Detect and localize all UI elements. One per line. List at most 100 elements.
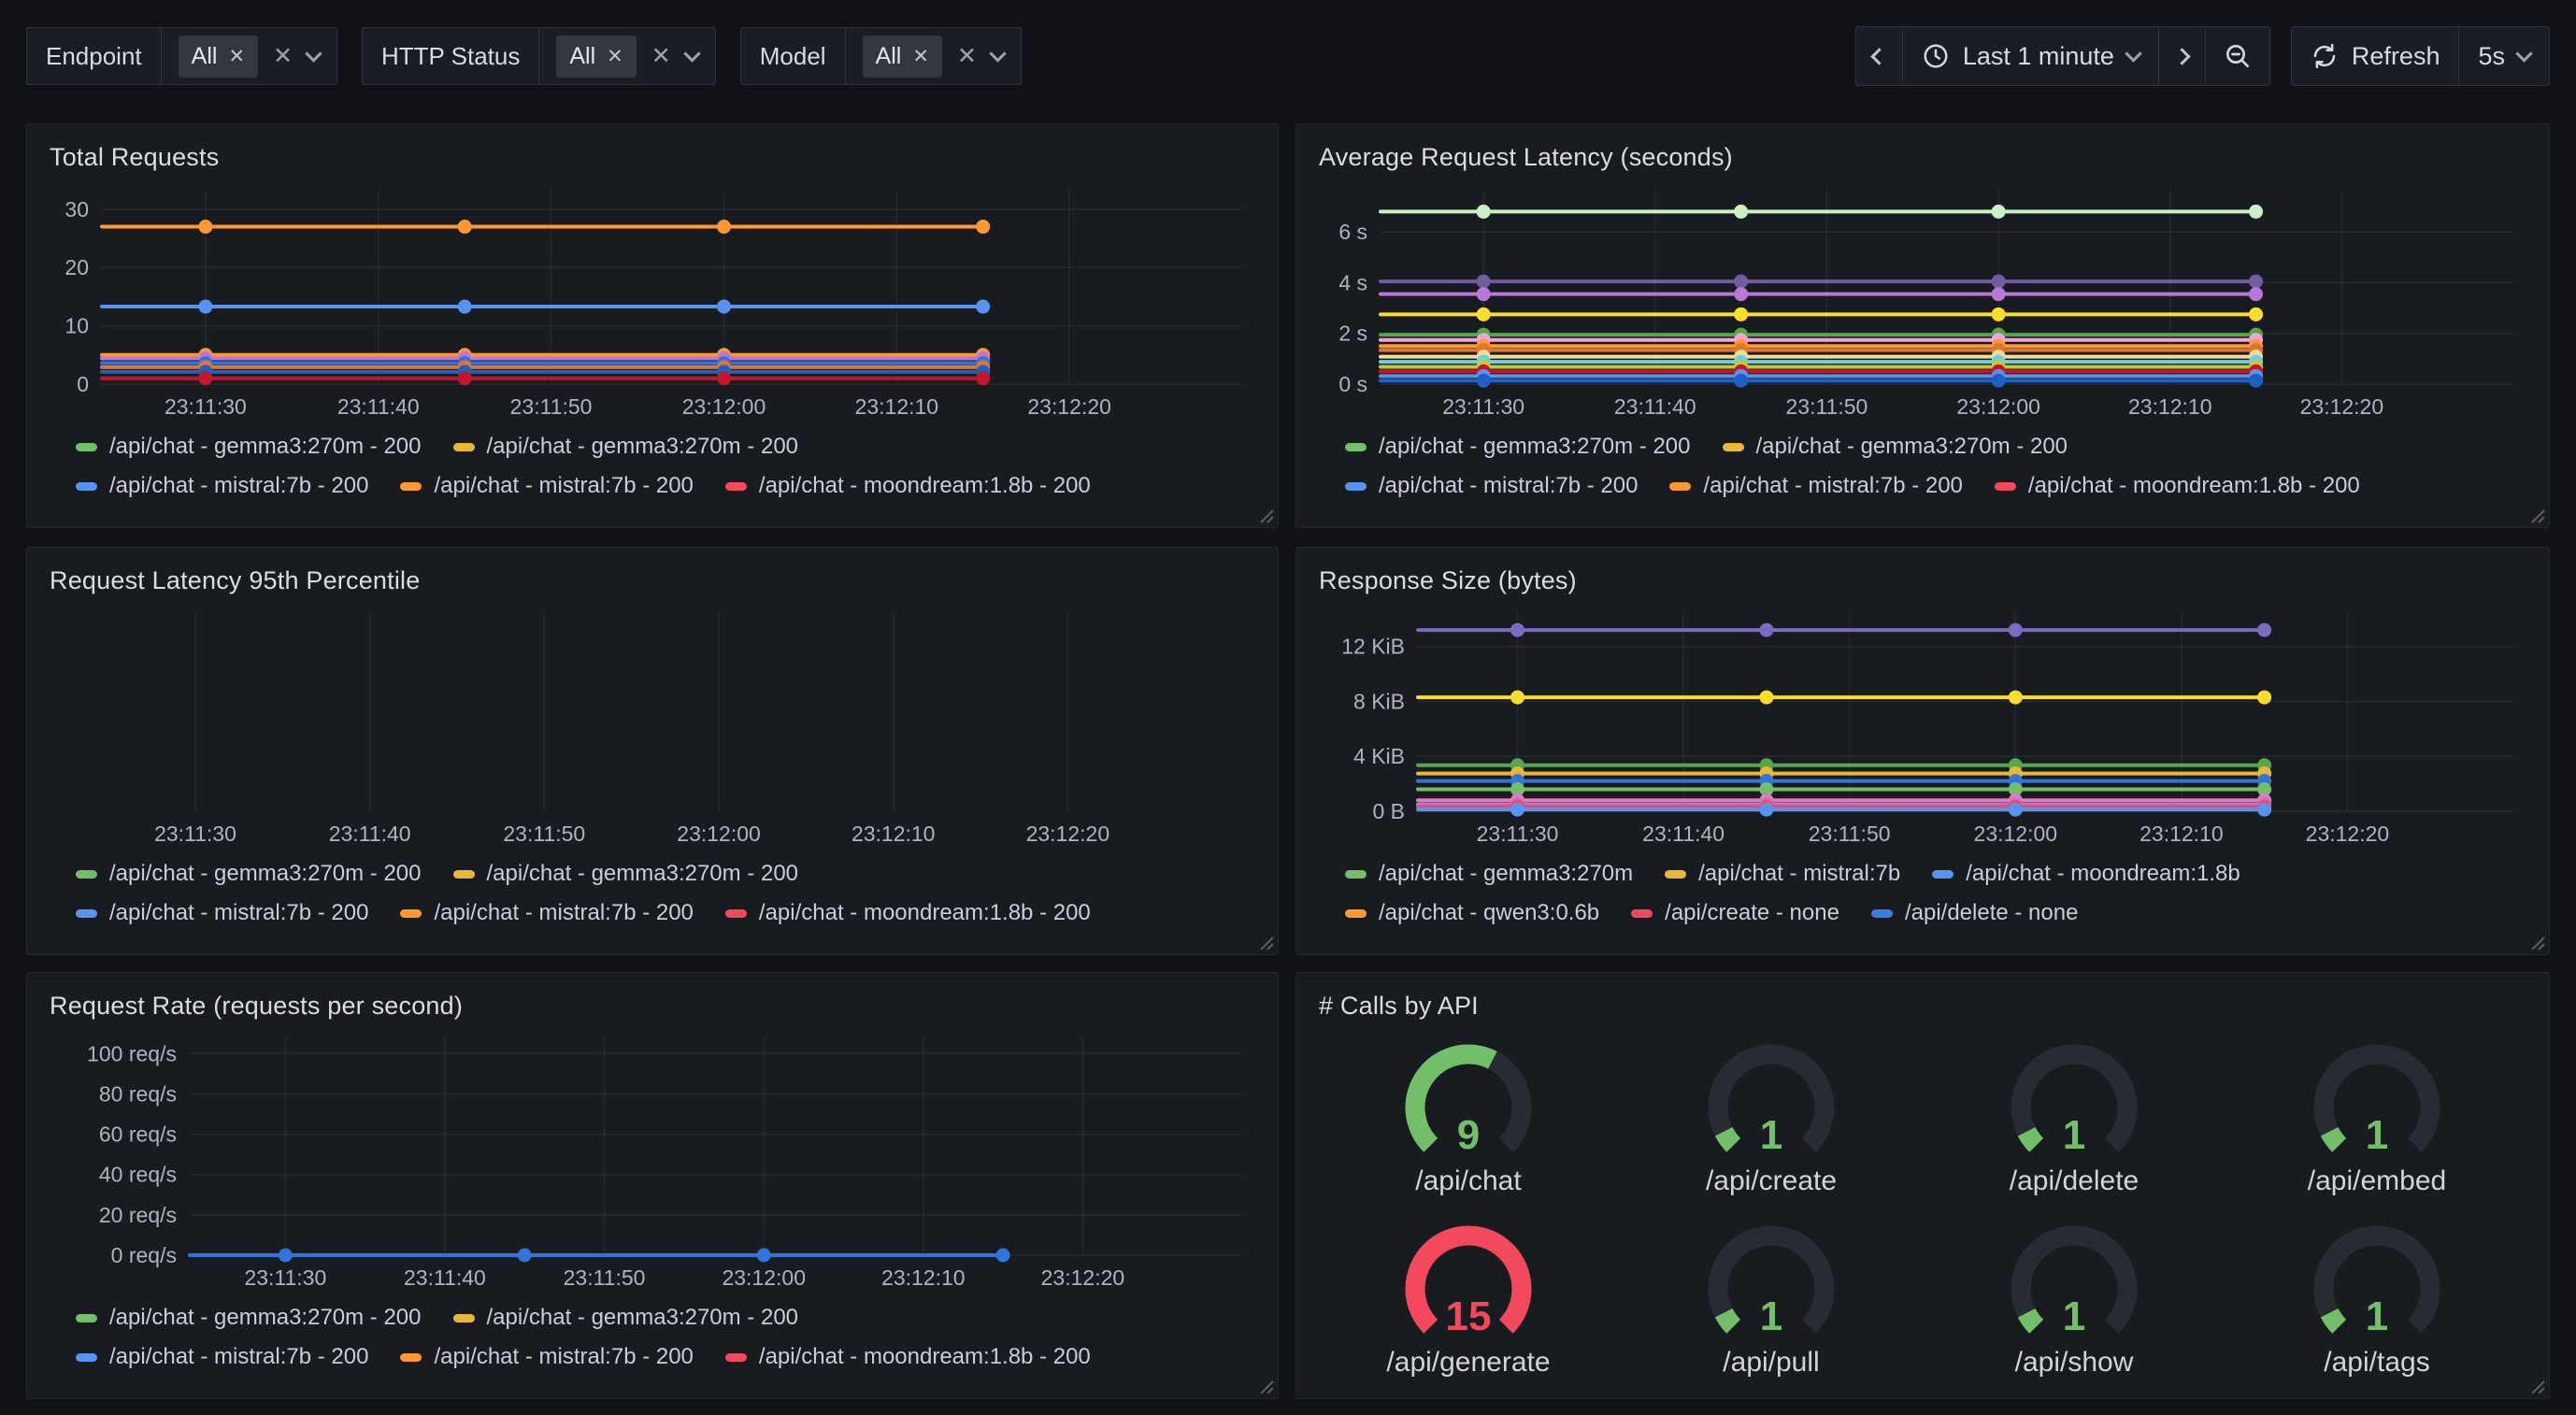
panel-title[interactable]: # Calls by API [1319,992,2528,1021]
refresh-button[interactable]: Refresh [2291,26,2460,86]
avg-latency-chart[interactable]: 23:11:3023:11:4023:11:5023:12:0023:12:10… [1317,178,2528,425]
legend-color-chip [1669,482,1691,491]
filter-tag-text: All [876,43,902,70]
legend-item[interactable]: /api/chat - gemma3:270m - 200 [1345,434,1691,460]
legend: /api/chat - gemma3:270m - 200/api/chat -… [48,852,1257,945]
zoom-out-icon [2223,41,2253,71]
clear-filter-icon[interactable]: ✕ [273,45,293,68]
legend-item[interactable]: /api/chat - mistral:7b - 200 [76,900,368,926]
gauge-/api/embed: 1/api/embed [2225,1026,2528,1208]
svg-text:23:12:00: 23:12:00 [677,822,761,846]
legend-label: /api/chat - gemma3:270m - 200 [1756,434,2068,460]
legend-item[interactable]: /api/chat - mistral:7b - 200 [76,1344,368,1370]
panel-calls-by-api: # Calls by API 9/api/chat1/api/create1/a… [1295,972,2550,1399]
svg-text:23:11:30: 23:11:30 [165,394,247,419]
gauge-arc: 1 [1992,1218,2156,1347]
legend-item[interactable]: /api/chat - moondream:1.8b - 200 [725,1344,1091,1370]
svg-text:30: 30 [64,197,89,222]
remove-tag-icon[interactable]: ✕ [228,47,245,66]
legend-color-chip [76,443,97,451]
svg-text:0 req/s: 0 req/s [111,1243,177,1267]
svg-text:12 KiB: 12 KiB [1341,635,1405,659]
legend-item[interactable]: /api/chat - moondream:1.8b - 200 [725,900,1091,926]
chevron-down-icon[interactable] [305,45,322,62]
resize-handle[interactable] [1255,932,1274,950]
refresh-interval-label: 5s [2478,42,2505,71]
zoom-out-button[interactable] [2206,26,2270,86]
svg-text:23:12:20: 23:12:20 [1026,822,1110,846]
panel-avg-latency: Average Request Latency (seconds) 23:11:… [1295,123,2550,528]
request-rate-chart[interactable]: 23:11:3023:11:4023:11:5023:12:0023:12:10… [48,1026,1257,1296]
filter-model-tag[interactable]: All ✕ [863,36,942,78]
legend-item[interactable]: /api/chat - mistral:7b - 200 [400,473,693,499]
svg-text:80 req/s: 80 req/s [99,1081,177,1106]
total-requests-chart[interactable]: 23:11:3023:11:4023:11:5023:12:0023:12:10… [48,178,1257,425]
legend-item[interactable]: /api/chat - moondream:1.8b - 200 [1995,473,2360,499]
gauge-/api/chat: 9/api/chat [1317,1026,1620,1208]
chevron-down-icon[interactable] [683,45,700,62]
svg-text:0 B: 0 B [1372,799,1405,823]
filter-http-status-value[interactable]: All ✕ ✕ [539,28,714,84]
legend-item[interactable]: /api/create - none [1631,900,1839,926]
panel-title[interactable]: Response Size (bytes) [1319,566,2528,595]
legend-item[interactable]: /api/delete - none [1871,900,2078,926]
svg-text:23:12:20: 23:12:20 [1041,1265,1125,1290]
clear-filter-icon[interactable]: ✕ [651,45,671,68]
time-range-label: Last 1 minute [1963,42,2114,71]
legend-label: /api/chat - mistral:7b - 200 [1379,473,1638,499]
resize-handle[interactable] [2526,1376,2545,1394]
legend-item[interactable]: /api/chat - gemma3:270m - 200 [76,434,422,460]
legend-item[interactable]: /api/chat - gemma3:270m - 200 [76,861,422,887]
resize-handle[interactable] [1255,1376,1274,1394]
chevron-down-icon[interactable] [989,45,1006,62]
legend-item[interactable]: /api/chat - mistral:7b [1665,861,1900,887]
time-range-picker[interactable]: Last 1 minute [1903,26,2159,86]
gauge-/api/tags: 1/api/tags [2225,1208,2528,1389]
legend-item[interactable]: /api/chat - qwen3:0.6b [1345,900,1599,926]
legend-color-chip [400,1353,422,1362]
legend-item[interactable]: /api/chat - moondream:1.8b - 200 [725,473,1091,499]
legend-item[interactable]: /api/chat - moondream:1.8b [1932,861,2240,887]
svg-text:23:12:00: 23:12:00 [722,1265,806,1290]
svg-text:20: 20 [64,255,89,279]
remove-tag-icon[interactable]: ✕ [607,47,623,66]
legend-item[interactable]: /api/chat - mistral:7b - 200 [400,900,693,926]
legend-item[interactable]: /api/chat - mistral:7b - 200 [76,473,368,499]
clear-filter-icon[interactable]: ✕ [957,45,977,68]
filter-endpoint-tag[interactable]: All ✕ [179,36,258,78]
response-size-chart[interactable]: 23:11:3023:11:4023:11:5023:12:0023:12:10… [1317,601,2528,852]
legend-item[interactable]: /api/chat - mistral:7b - 200 [1345,473,1638,499]
filter-http-status-tag[interactable]: All ✕ [556,36,636,78]
refresh-interval-picker[interactable]: 5s [2459,26,2550,86]
time-shift-back-button[interactable] [1855,26,1903,86]
legend-item[interactable]: /api/chat - gemma3:270m - 200 [453,861,799,887]
legend-item[interactable]: /api/chat - mistral:7b - 200 [400,1344,693,1370]
legend-color-chip [76,909,97,918]
latency-p95-chart[interactable]: 23:11:3023:11:4023:11:5023:12:0023:12:10… [48,601,1257,852]
legend-item[interactable]: /api/chat - gemma3:270m - 200 [453,1305,799,1331]
filter-endpoint-value[interactable]: All ✕ ✕ [162,28,336,84]
time-shift-forward-button[interactable] [2159,26,2206,86]
legend-color-chip [453,1314,475,1322]
legend-color-chip [1995,482,2016,491]
remove-tag-icon[interactable]: ✕ [912,47,929,66]
legend-item[interactable]: /api/chat - mistral:7b - 200 [1669,473,1962,499]
legend-color-chip [453,443,475,451]
panel-title[interactable]: Total Requests [50,143,1257,172]
legend-item[interactable]: /api/chat - gemma3:270m - 200 [76,1305,422,1331]
resize-handle[interactable] [2526,505,2545,523]
legend-item[interactable]: /api/chat - gemma3:270m - 200 [453,434,799,460]
legend-color-chip [725,1353,747,1362]
gauge-api-label: /api/chat [1415,1165,1521,1197]
resize-handle[interactable] [2526,932,2545,950]
resize-handle[interactable] [1255,505,1274,523]
filter-model-value[interactable]: All ✕ ✕ [846,28,1021,84]
legend-color-chip [76,1353,97,1362]
legend-label: /api/chat - moondream:1.8b - 200 [2028,473,2360,499]
legend-label: /api/chat - gemma3:270m - 200 [109,1305,422,1331]
panel-title[interactable]: Request Latency 95th Percentile [50,566,1257,595]
legend-item[interactable]: /api/chat - gemma3:270m [1345,861,1633,887]
panel-title[interactable]: Average Request Latency (seconds) [1319,143,2528,172]
legend-item[interactable]: /api/chat - gemma3:270m - 200 [1723,434,2068,460]
panel-title[interactable]: Request Rate (requests per second) [50,992,1257,1021]
